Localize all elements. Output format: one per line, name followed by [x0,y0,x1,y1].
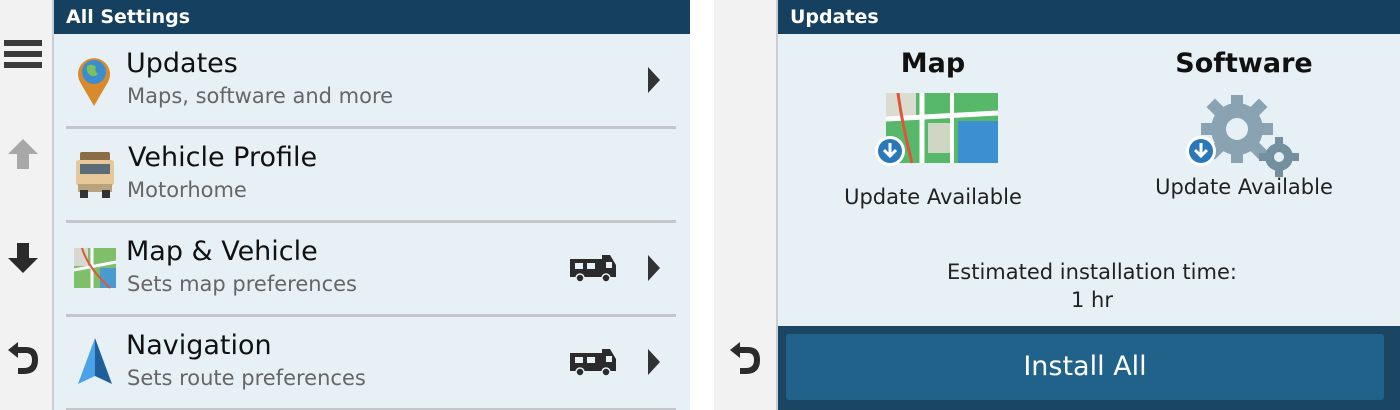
settings-panel: All Settings Updates Maps, software and … [0,0,690,410]
item-title: Updates [126,48,238,79]
arrow-down-icon[interactable] [0,238,46,278]
arrow-up-icon[interactable] [0,134,46,174]
rv-icon [568,347,618,381]
estimate-value: 1 hr [1071,288,1113,312]
updates-panel: Updates Map Update Available Software Up… [714,0,1400,410]
software-gear-icon [1124,93,1364,177]
map-icon [70,240,120,296]
software-status: Update Available [1155,175,1333,199]
item-title: Map & Vehicle [126,236,318,267]
list-item-map-vehicle[interactable]: Map & Vehicle Sets map preferences [66,222,676,317]
install-bar: Install All [778,326,1400,410]
side-toolbar [714,0,778,410]
back-icon[interactable] [714,338,776,378]
map-download-icon [813,92,1053,173]
list-item-navigation[interactable]: Navigation Sets route preferences [66,316,676,410]
map-status: Update Available [844,185,1022,209]
estimate-label: Estimated installation time: [947,260,1237,284]
item-subtitle: Motorhome [127,178,247,202]
item-subtitle: Maps, software and more [127,84,394,108]
install-all-button[interactable]: Install All [786,334,1384,400]
page-title: Updates [778,0,1400,34]
page-title: All Settings [54,0,690,34]
motorhome-icon [70,146,120,202]
chevron-right-icon [646,65,662,99]
back-icon[interactable] [0,338,46,378]
software-update-tile[interactable]: Software Update Available [1124,48,1364,199]
menu-icon[interactable] [0,34,46,74]
estimate-block: Estimated installation time: 1 hr [934,258,1250,314]
list-item-vehicle-profile[interactable]: Vehicle Profile Motorhome [66,128,676,223]
map-update-tile[interactable]: Map Update Available [813,48,1053,209]
item-title: Navigation [126,330,272,361]
chevron-right-icon [646,253,662,287]
navigation-arrow-icon [70,334,120,390]
side-toolbar [0,0,54,410]
map-heading: Map [900,48,966,79]
item-subtitle: Sets route preferences [127,366,366,390]
update-pin-icon [70,52,120,108]
list-item-updates[interactable]: Updates Maps, software and more [66,34,676,129]
item-title: Vehicle Profile [128,142,318,173]
item-subtitle: Sets map preferences [127,272,357,296]
chevron-right-icon [646,347,662,381]
software-heading: Software [1175,48,1313,79]
rv-icon [568,253,618,287]
